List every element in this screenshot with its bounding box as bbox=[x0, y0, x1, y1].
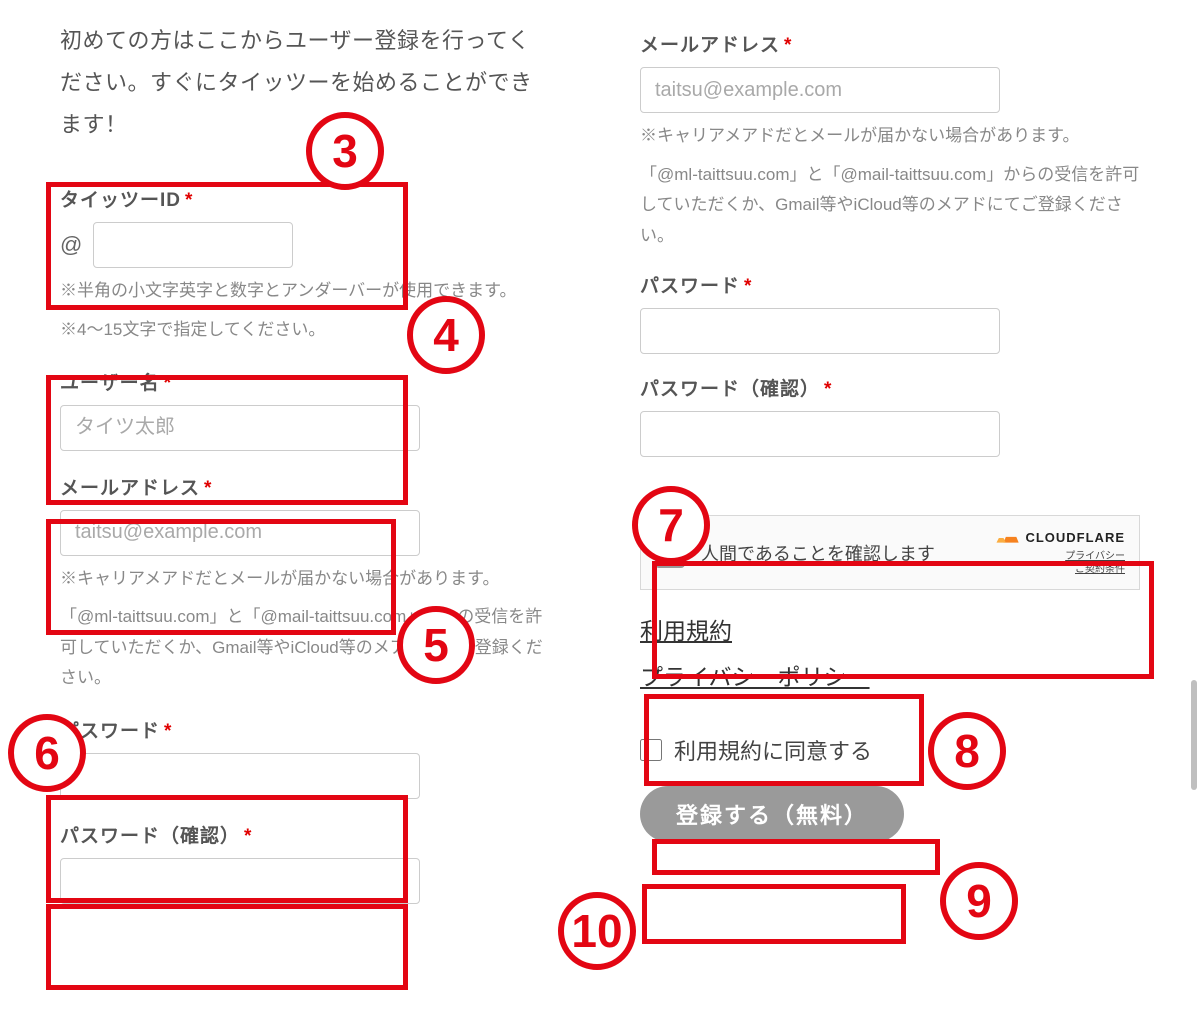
cloudflare-icon bbox=[993, 530, 1021, 546]
label-taittsuid: タイッツーID* bbox=[60, 185, 550, 212]
label-password-right: パスワード* bbox=[640, 271, 1140, 298]
agree-checkbox[interactable] bbox=[640, 739, 662, 761]
at-prefix: @ bbox=[60, 232, 82, 258]
terms-link[interactable]: 利用規約 bbox=[640, 612, 1140, 646]
captcha-checkbox[interactable] bbox=[655, 538, 685, 568]
hint-id-2: ※4〜15文字で指定してください。 bbox=[60, 315, 550, 346]
field-email-right: メールアドレス* ※キャリアメアドだとメールが届かない場合があります。 「@ml… bbox=[640, 30, 1140, 251]
agree-row[interactable]: 利用規約に同意する bbox=[640, 734, 1140, 766]
agree-label: 利用規約に同意する bbox=[674, 734, 872, 766]
field-password-confirm-right: パスワード（確認）* bbox=[640, 374, 1140, 457]
captcha-privacy-link[interactable]: プライバシー bbox=[993, 550, 1125, 563]
input-username[interactable] bbox=[60, 405, 420, 451]
intro-text: 初めての方はここからユーザー登録を行ってください。すぐにタイッツーを始めることが… bbox=[60, 20, 550, 145]
cloudflare-logo: CLOUDFLARE bbox=[993, 530, 1125, 546]
label-email-right: メールアドレス* bbox=[640, 30, 1140, 57]
captcha-terms-link[interactable]: ご契約条件 bbox=[993, 563, 1125, 576]
input-password-right[interactable] bbox=[640, 308, 1000, 354]
policy-links: 利用規約 プライバシーポリシー bbox=[640, 612, 1140, 692]
label-password-left: パスワード* bbox=[60, 716, 550, 743]
label-username: ユーザー名* bbox=[60, 368, 550, 395]
hint-email-left-2: 「@ml-taittsuu.com」と「@mail-taittsuu.com」か… bbox=[60, 602, 550, 694]
input-password-left[interactable] bbox=[60, 753, 420, 799]
label-password-confirm-left: パスワード（確認）* bbox=[60, 821, 550, 848]
cloudflare-turnstile[interactable]: 人間であることを確認します CLOUDFLARE プライバシー ご契約条件 bbox=[640, 515, 1140, 590]
submit-button[interactable]: 登録する（無料） bbox=[640, 786, 904, 842]
required-mark: * bbox=[185, 190, 193, 211]
input-taittsuid[interactable] bbox=[93, 222, 293, 268]
label-email-left: メールアドレス* bbox=[60, 473, 550, 500]
input-password-confirm-left[interactable] bbox=[60, 858, 420, 904]
label-password-confirm-right: パスワード（確認）* bbox=[640, 374, 1140, 401]
field-email-left: メールアドレス* ※キャリアメアドだとメールが届かない場合があります。 「@ml… bbox=[60, 473, 550, 694]
field-taittsuid: タイッツーID* @ ※半角の小文字英字と数字とアンダーバーが使用できます。 ※… bbox=[60, 185, 550, 345]
hint-id-1: ※半角の小文字英字と数字とアンダーバーが使用できます。 bbox=[60, 276, 550, 307]
hint-email-right-1: ※キャリアメアドだとメールが届かない場合があります。 bbox=[640, 121, 1140, 152]
field-password-confirm-left: パスワード（確認）* bbox=[60, 821, 550, 904]
scrollbar-thumb[interactable] bbox=[1191, 680, 1197, 790]
captcha-text: 人間であることを確認します bbox=[701, 540, 993, 566]
hint-email-right-2: 「@ml-taittsuu.com」と「@mail-taittsuu.com」か… bbox=[640, 160, 1140, 252]
field-username: ユーザー名* bbox=[60, 368, 550, 451]
hint-email-left-1: ※キャリアメアドだとメールが届かない場合があります。 bbox=[60, 564, 550, 595]
input-email-right[interactable] bbox=[640, 67, 1000, 113]
field-password-right: パスワード* bbox=[640, 271, 1140, 354]
privacy-link[interactable]: プライバシーポリシー bbox=[640, 658, 1140, 692]
input-password-confirm-right[interactable] bbox=[640, 411, 1000, 457]
field-password-left: パスワード* bbox=[60, 716, 550, 799]
input-email-left[interactable] bbox=[60, 510, 420, 556]
